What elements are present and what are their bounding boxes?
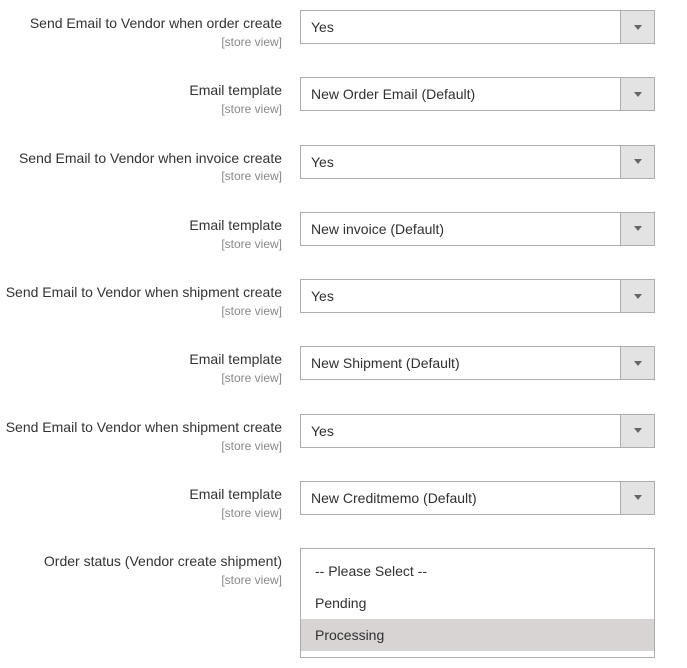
select-value: Yes — [301, 11, 620, 43]
select-value: New Order Email (Default) — [301, 78, 620, 110]
field-label: Email template — [0, 81, 282, 100]
field-order-email: Send Email to Vendor when order create [… — [0, 10, 687, 49]
select-value: Yes — [301, 415, 620, 447]
chevron-down-icon — [620, 11, 654, 43]
field-label-col: Email template [store view] — [0, 346, 300, 385]
scope-label: [store view] — [0, 35, 282, 49]
field-label-col: Send Email to Vendor when order create [… — [0, 10, 300, 49]
select-value: Yes — [301, 280, 620, 312]
scope-label: [store view] — [0, 439, 282, 453]
field-label-col: Email template [store view] — [0, 212, 300, 251]
select-order-email[interactable]: Yes — [300, 10, 655, 44]
field-label-col: Send Email to Vendor when shipment creat… — [0, 414, 300, 453]
chevron-down-icon — [620, 213, 654, 245]
scope-label: [store view] — [0, 237, 282, 251]
select-value: New Shipment (Default) — [301, 347, 620, 379]
field-input-col: New invoice (Default) — [300, 212, 655, 246]
select-value: New invoice (Default) — [301, 213, 620, 245]
field-label-col: Email template [store view] — [0, 77, 300, 116]
field-input-col: New Creditmemo (Default) — [300, 481, 655, 515]
chevron-down-icon — [620, 482, 654, 514]
field-input-col: -- Please Select -- Pending Processing — [300, 548, 655, 658]
chevron-down-icon — [620, 415, 654, 447]
scope-label: [store view] — [0, 304, 282, 318]
field-order-email-template: Email template [store view] New Order Em… — [0, 77, 687, 116]
select-invoice-email[interactable]: Yes — [300, 145, 655, 179]
select-value: New Creditmemo (Default) — [301, 482, 620, 514]
scope-label: [store view] — [0, 506, 282, 520]
field-label: Send Email to Vendor when invoice create — [0, 149, 282, 168]
chevron-down-icon — [620, 78, 654, 110]
field-label: Email template — [0, 216, 282, 235]
field-label-col: Send Email to Vendor when invoice create… — [0, 145, 300, 184]
select-creditmemo-email[interactable]: Yes — [300, 414, 655, 448]
scope-label: [store view] — [0, 371, 282, 385]
field-shipment-email-template: Email template [store view] New Shipment… — [0, 346, 687, 385]
field-creditmemo-email-template: Email template [store view] New Creditme… — [0, 481, 687, 520]
field-creditmemo-email: Send Email to Vendor when shipment creat… — [0, 414, 687, 453]
field-input-col: Yes — [300, 10, 655, 44]
listbox-option-selected[interactable]: Processing — [301, 619, 654, 651]
field-label: Send Email to Vendor when shipment creat… — [0, 418, 282, 437]
chevron-down-icon — [620, 280, 654, 312]
scope-label: [store view] — [0, 102, 282, 116]
field-label-col: Order status (Vendor create shipment) [s… — [0, 548, 300, 587]
field-label: Email template — [0, 485, 282, 504]
listbox-option[interactable]: Pending — [301, 587, 654, 619]
select-invoice-email-template[interactable]: New invoice (Default) — [300, 212, 655, 246]
field-label-col: Send Email to Vendor when shipment creat… — [0, 279, 300, 318]
field-input-col: New Shipment (Default) — [300, 346, 655, 380]
select-shipment-email-template[interactable]: New Shipment (Default) — [300, 346, 655, 380]
field-invoice-email-template: Email template [store view] New invoice … — [0, 212, 687, 251]
field-label-col: Email template [store view] — [0, 481, 300, 520]
select-order-email-template[interactable]: New Order Email (Default) — [300, 77, 655, 111]
field-input-col: Yes — [300, 414, 655, 448]
chevron-down-icon — [620, 347, 654, 379]
field-label: Email template — [0, 350, 282, 369]
select-shipment-email[interactable]: Yes — [300, 279, 655, 313]
listbox-option[interactable]: -- Please Select -- — [301, 555, 654, 587]
select-creditmemo-email-template[interactable]: New Creditmemo (Default) — [300, 481, 655, 515]
field-input-col: Yes — [300, 279, 655, 313]
field-invoice-email: Send Email to Vendor when invoice create… — [0, 145, 687, 184]
field-order-status: Order status (Vendor create shipment) [s… — [0, 548, 687, 658]
field-input-col: New Order Email (Default) — [300, 77, 655, 111]
select-value: Yes — [301, 146, 620, 178]
field-input-col: Yes — [300, 145, 655, 179]
field-label: Send Email to Vendor when order create — [0, 14, 282, 33]
field-label: Order status (Vendor create shipment) — [0, 552, 282, 571]
listbox-order-status[interactable]: -- Please Select -- Pending Processing — [300, 548, 655, 658]
field-shipment-email: Send Email to Vendor when shipment creat… — [0, 279, 687, 318]
scope-label: [store view] — [0, 573, 282, 587]
chevron-down-icon — [620, 146, 654, 178]
field-label: Send Email to Vendor when shipment creat… — [0, 283, 282, 302]
scope-label: [store view] — [0, 169, 282, 183]
